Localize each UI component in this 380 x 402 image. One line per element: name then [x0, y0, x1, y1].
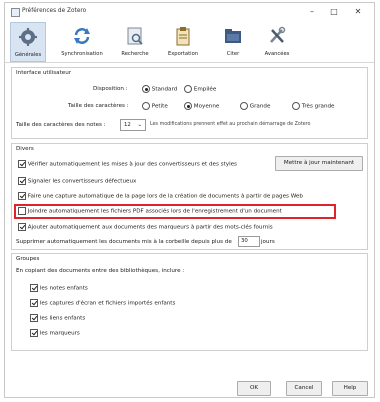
tab-avancees[interactable]: Avancées: [257, 22, 297, 60]
group-title: Divers: [16, 146, 34, 152]
folder-icon: [225, 29, 241, 43]
app-icon: [11, 8, 20, 17]
check-child-notes[interactable]: les notes enfants: [30, 284, 88, 292]
radio-selected[interactable]: [142, 85, 150, 93]
check-label: Vérifier automatiquement les mises à jou…: [27, 161, 237, 168]
window-title: Préférences de Zotero: [22, 8, 87, 14]
fontsize-petite-option[interactable]: Petite: [142, 102, 168, 110]
fontsize-label: Taille des caractères :: [68, 103, 129, 109]
close-button[interactable]: ✕: [347, 5, 369, 18]
preferences-window: Préférences de Zotero – □ ✕ Générales Sy…: [4, 2, 375, 398]
fontsize-moyenne-option[interactable]: Moyenne: [184, 102, 219, 110]
checkbox-checked[interactable]: [30, 284, 38, 292]
help-button[interactable]: Help: [332, 381, 368, 396]
checkbox-checked[interactable]: [30, 299, 38, 307]
checkbox-checked[interactable]: [18, 223, 26, 231]
sync-icon: [74, 28, 90, 44]
check-tags[interactable]: les marqueurs: [30, 329, 80, 337]
tab-synchronisation[interactable]: Synchronisation: [53, 22, 111, 60]
select-value: 12: [124, 122, 131, 128]
tab-label: Générales: [14, 52, 42, 58]
tab-label: Citer: [226, 51, 240, 57]
chevron-down-icon: ⌄: [137, 122, 142, 128]
tab-label: Synchronisation: [61, 51, 103, 57]
check-label: Ajouter automatiquement aux documents de…: [27, 224, 273, 231]
radio[interactable]: [142, 102, 150, 110]
groups-intro: En copiant des documents entre des bibli…: [16, 268, 185, 274]
update-now-button[interactable]: Mettre à jour maintenant: [275, 156, 363, 171]
option-label: Très grande: [301, 103, 335, 110]
title-bar: Préférences de Zotero – □ ✕: [5, 3, 374, 20]
check-update-translators[interactable]: Vérifier automatiquement les mises à jou…: [18, 160, 237, 168]
tab-generales[interactable]: Générales: [10, 22, 46, 62]
check-child-files[interactable]: les captures d'écran et fichiers importé…: [30, 299, 175, 307]
trash-days-input[interactable]: 30: [238, 236, 260, 247]
radio[interactable]: [240, 102, 248, 110]
tools-icon: [270, 26, 286, 43]
check-label: les captures d'écran et fichiers importé…: [39, 300, 176, 307]
notes-fontsize-label: Taille des caractères des notes :: [16, 122, 106, 128]
interface-group: Interface utilisateur Disposition : Stan…: [11, 67, 368, 139]
trash-label: Supprimer automatiquement les documents …: [16, 239, 232, 245]
tab-exportation[interactable]: Exportation: [160, 22, 206, 60]
check-label: les marqueurs: [39, 330, 80, 337]
check-auto-snapshot[interactable]: Faire une capture automatique de la page…: [18, 192, 303, 200]
fontsize-grande-option[interactable]: Grande: [240, 102, 270, 110]
checkbox-checked[interactable]: [30, 329, 38, 337]
groupes-group: Groupes En copiant des documents entre d…: [11, 253, 368, 351]
option-label: Standard: [151, 86, 178, 93]
group-title: Interface utilisateur: [16, 70, 72, 76]
layout-standard-option[interactable]: Standard: [142, 85, 177, 93]
notes-fontsize-hint: Les modifications prennent effet au proc…: [150, 122, 311, 127]
tab-label: Exportation: [167, 51, 199, 57]
option-label: Grande: [249, 103, 271, 110]
check-label: les liens enfants: [39, 315, 86, 322]
radio[interactable]: [292, 102, 300, 110]
preferences-toolbar: Générales Synchronisation Recherche Expo…: [5, 20, 374, 63]
ok-button[interactable]: OK: [237, 381, 271, 396]
check-label: Faire une capture automatique de la page…: [27, 193, 303, 200]
tab-citer[interactable]: Citer: [218, 22, 248, 60]
tab-recherche[interactable]: Recherche: [115, 22, 155, 60]
group-title: Groupes: [16, 256, 40, 262]
check-label: les notes enfants: [39, 285, 88, 292]
radio-selected[interactable]: [184, 102, 192, 110]
maximize-button[interactable]: □: [323, 5, 345, 18]
option-label: Moyenne: [193, 103, 220, 110]
option-label: Petite: [151, 103, 168, 110]
trash-unit: jours: [261, 239, 275, 245]
checkbox-checked[interactable]: [18, 177, 26, 185]
option-label: Empilée: [193, 86, 217, 93]
notes-fontsize-select[interactable]: 12 ⌄: [120, 119, 146, 131]
check-auto-tags[interactable]: Ajouter automatiquement aux documents de…: [18, 223, 273, 231]
fontsize-tresgrande-option[interactable]: Très grande: [292, 102, 335, 110]
gear-icon: [19, 28, 37, 46]
tab-label: Avancées: [264, 51, 290, 57]
search-icon: [127, 27, 143, 45]
tab-label: Recherche: [121, 51, 149, 57]
radio[interactable]: [184, 85, 192, 93]
divers-group: Divers Vérifier automatiquement les mise…: [11, 143, 368, 250]
layout-label: Disposition :: [93, 86, 128, 92]
check-label: Joindre automatiquement les fichiers PDF…: [27, 208, 282, 215]
check-label: Signaler les convertisseurs défectueux: [27, 178, 137, 185]
cancel-button[interactable]: Cancel: [286, 381, 322, 396]
checkbox[interactable]: [18, 207, 26, 215]
check-auto-attach-pdf[interactable]: Joindre automatiquement les fichiers PDF…: [18, 207, 282, 215]
checkbox-checked[interactable]: [30, 314, 38, 322]
checkbox-checked[interactable]: [18, 192, 26, 200]
minimize-button[interactable]: –: [301, 5, 323, 18]
layout-empilee-option[interactable]: Empilée: [184, 85, 216, 93]
check-child-links[interactable]: les liens enfants: [30, 314, 85, 322]
clipboard-icon: [176, 27, 190, 46]
checkbox-checked[interactable]: [18, 160, 26, 168]
check-report-broken-translators[interactable]: Signaler les convertisseurs défectueux: [18, 177, 136, 185]
